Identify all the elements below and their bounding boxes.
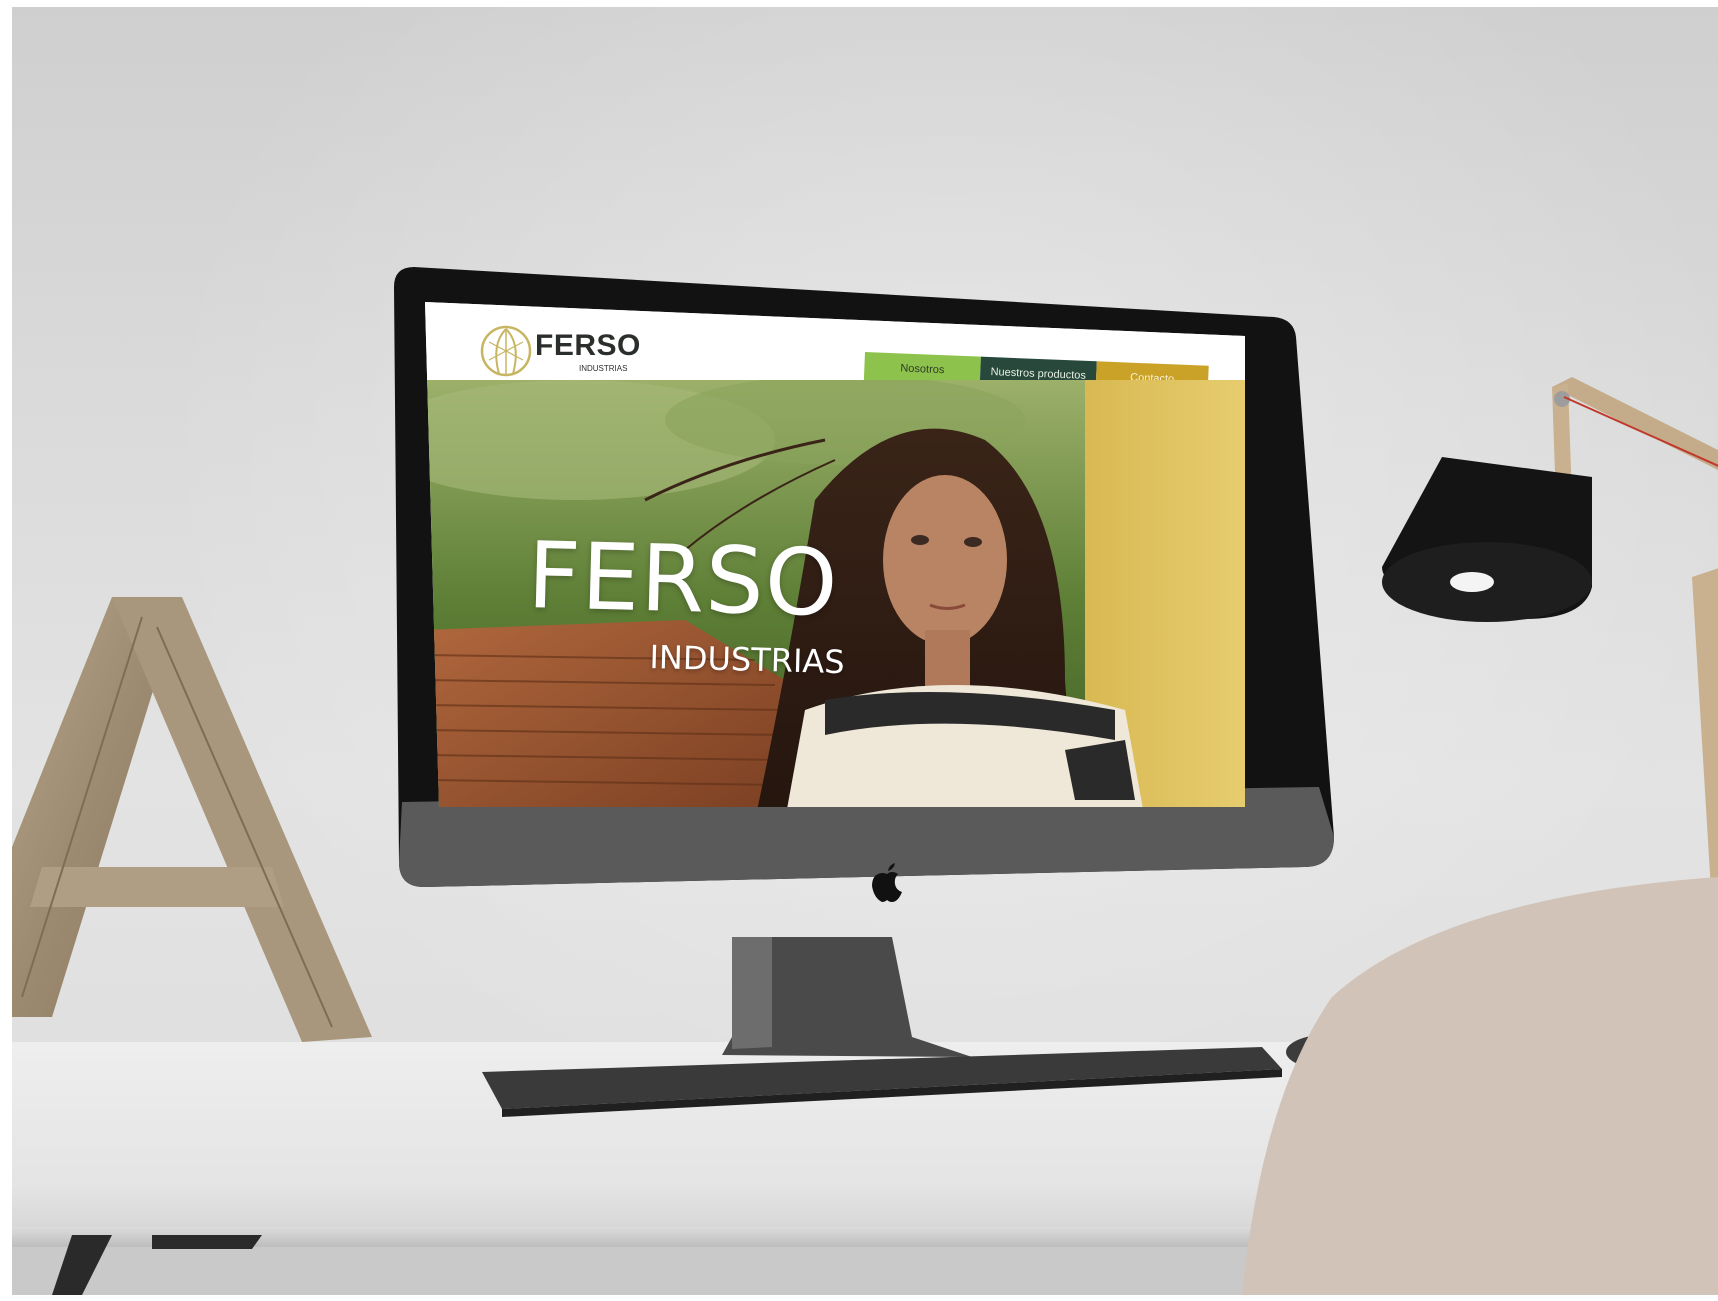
logo-wordmark: FERSO (535, 329, 641, 362)
wooden-letter-a (12, 597, 372, 1042)
hero-subtitle: INDUSTRIAS (649, 638, 846, 682)
site-logo[interactable]: FERSO INDUSTRIAS (479, 324, 699, 384)
desk-leg (52, 1235, 262, 1295)
logo-subtitle: INDUSTRIAS (579, 364, 628, 373)
chair (1242, 877, 1718, 1295)
nav-item-label: Nosotros (900, 362, 945, 377)
apple-logo-icon (872, 863, 902, 902)
keyboard (482, 1047, 1282, 1117)
desk-lamp (1382, 377, 1718, 907)
hero-title: FERSO (526, 522, 840, 638)
imac-screen: FERSO INDUSTRIAS Nosotros Nuestros produ… (425, 302, 1245, 807)
ferso-logo-icon (480, 325, 532, 377)
